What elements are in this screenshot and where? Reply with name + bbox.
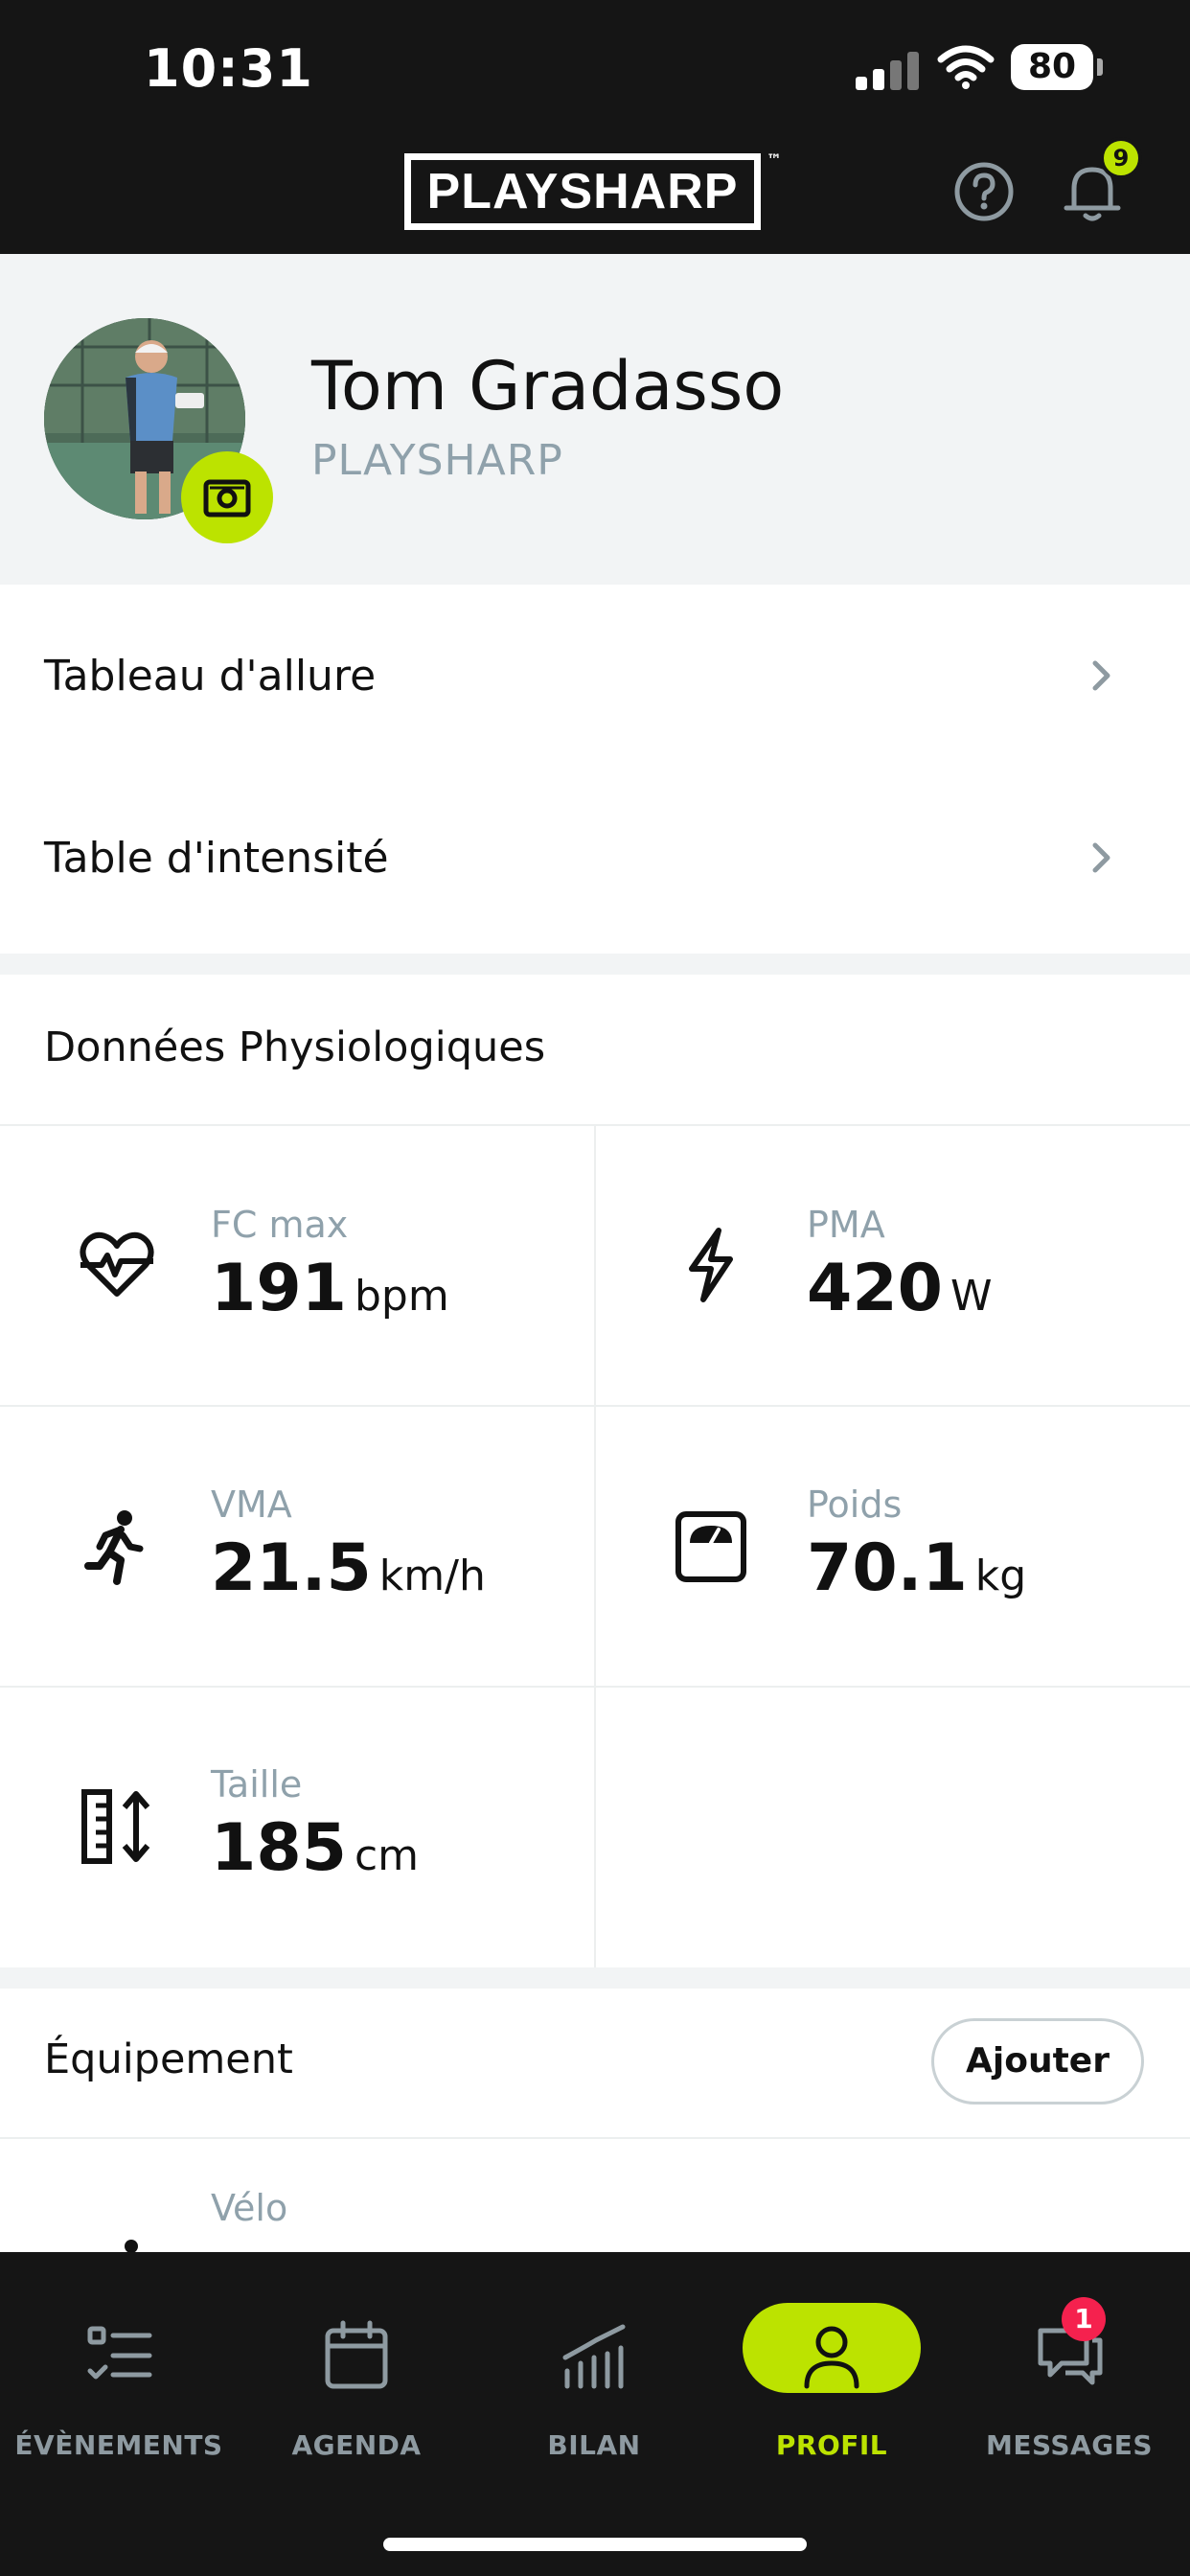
nav-tab-bilan[interactable]: BILAN [479,2300,709,2472]
chart-icon [562,2324,626,2389]
physio-unit: bpm [354,1272,449,1321]
physio-value: 420 W [807,1251,992,1326]
chevron-right-icon [1092,660,1110,691]
nav-tab-profil[interactable]: PROFIL [717,2300,947,2472]
physio-section-title: Données Physiologiques [44,1024,546,1071]
physio-value: 21.5 km/h [211,1530,486,1606]
nav-label: BILAN [547,2429,641,2461]
change-photo-button[interactable] [181,451,273,543]
location-pin-icon [125,2240,138,2252]
physio-label: PMA [807,1204,885,1246]
menu-row-label: Table d'intensité [44,834,389,883]
physio-number: 21.5 [211,1530,372,1606]
scale-icon [675,1511,746,1582]
physio-unit: cm [354,1831,420,1880]
signal-icon [856,50,923,90]
physio-label: Taille [211,1763,303,1806]
person-icon [804,2326,859,2389]
nav-label: AGENDA [291,2429,422,2461]
wifi-icon [937,45,995,89]
physio-label: FC max [211,1204,349,1246]
physio-number: 420 [807,1251,943,1326]
status-time: 10:31 [144,38,313,99]
nav-label: MESSAGES [985,2429,1153,2461]
menu-row-tableau-allure[interactable]: Tableau d'allure [0,585,1190,767]
divider [0,2137,1190,2139]
checklist-icon [87,2326,152,2380]
menu-row-label: Tableau d'allure [44,652,377,701]
help-icon[interactable] [953,161,1015,222]
section-separator [0,1967,1190,1989]
notification-badge: 9 [1100,137,1142,179]
physio-number: 185 [211,1810,347,1886]
trademark-mark: ™ [767,150,782,169]
divider [594,1124,596,1967]
physio-value: 70.1 kg [807,1530,1026,1606]
physio-number: 70.1 [807,1530,968,1606]
physio-label: VMA [211,1484,292,1526]
nav-tab-agenda[interactable]: AGENDA [241,2300,471,2472]
physio-label: Poids [807,1484,903,1526]
messages-badge: 1 [1062,2297,1106,2341]
nav-label: PROFIL [775,2429,888,2461]
chevron-right-icon [1092,842,1110,873]
physio-unit: kg [974,1552,1027,1600]
equipment-item-label: Vélo [211,2187,288,2229]
profile-organization: PLAYSHARP [311,436,563,485]
nav-tab-evenements[interactable]: ÉVÈNEMENTS [4,2300,234,2472]
runner-icon [84,1510,144,1585]
height-ruler-icon [81,1789,150,1864]
physio-unit: W [950,1272,993,1321]
battery-indicator: 80 [1011,44,1103,90]
physio-number: 191 [211,1251,347,1326]
add-equipment-button[interactable]: Ajouter [931,2018,1144,2104]
physio-value: 191 bpm [211,1251,449,1326]
lightning-icon [689,1228,733,1302]
nav-label: ÉVÈNEMENTS [14,2429,223,2461]
profile-name: Tom Gradasso [311,347,785,426]
camera-icon [203,479,251,518]
home-indicator [383,2538,807,2551]
physio-unit: km/h [378,1552,486,1600]
section-separator [0,954,1190,975]
app-logo: PLAYSHARP [404,153,761,230]
heart-rate-icon [80,1231,154,1297]
equipment-section-title: Équipement [44,2036,293,2083]
menu-row-table-intensite[interactable]: Table d'intensité [0,767,1190,949]
physio-value: 185 cm [211,1810,419,1886]
calendar-icon [325,2320,388,2389]
